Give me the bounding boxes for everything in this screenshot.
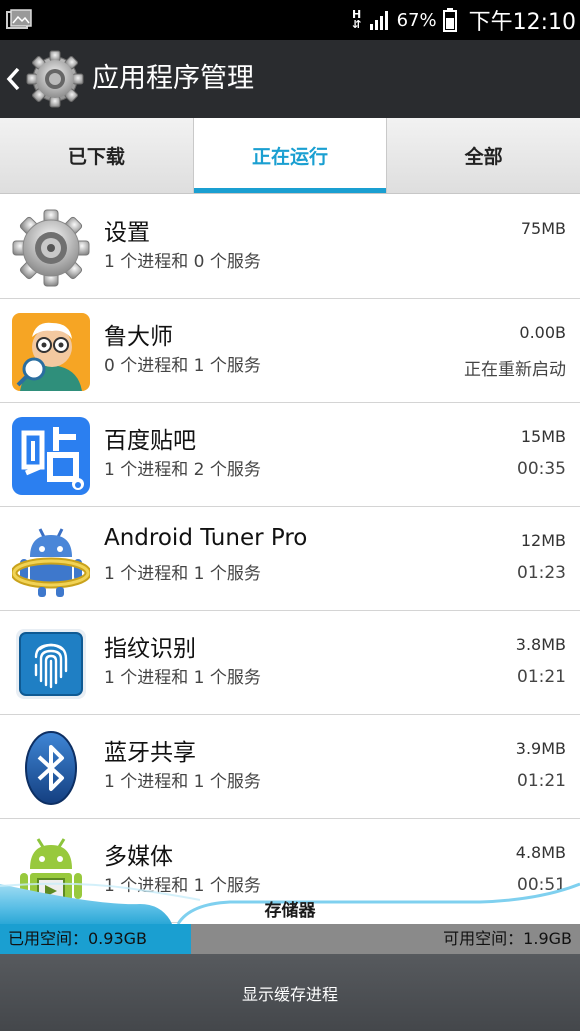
app-memory: 3.8MB — [515, 635, 566, 654]
app-memory: 15MB — [520, 427, 566, 446]
app-runtime: 01:21 — [517, 771, 566, 791]
settings-gear-icon — [12, 209, 90, 287]
app-process-info: 1 个进程和 1 个服务 — [104, 772, 261, 792]
tab-downloaded[interactable]: 已下载 — [0, 118, 194, 193]
signal-icon — [369, 11, 388, 30]
list-item[interactable]: 指纹识别 1 个进程和 1 个服务 3.8MB 01:21 — [0, 611, 580, 715]
app-name: 鲁大师 — [104, 324, 173, 350]
list-item[interactable]: 设置 1 个进程和 0 个服务 75MB — [0, 195, 580, 299]
network-type: H ⇵ — [351, 9, 363, 31]
app-process-info: 1 个进程和 2 个服务 — [104, 460, 261, 480]
app-name: 指纹识别 — [104, 636, 196, 662]
gear-icon[interactable] — [26, 50, 84, 108]
app-memory: 12MB — [520, 531, 566, 550]
data-arrows-icon: ⇵ — [351, 18, 362, 31]
app-memory: 4.8MB — [515, 843, 566, 862]
list-item[interactable]: Android Tuner Pro 1 个进程和 1 个服务 12MB 01:2… — [0, 507, 580, 611]
storage-label: 存储器 — [264, 901, 316, 921]
tab-bar: 已下载 正在运行 全部 — [0, 118, 580, 194]
app-process-info: 1 个进程和 1 个服务 — [104, 564, 261, 584]
app-name: 百度贴吧 — [104, 428, 196, 454]
app-process-info: 1 个进程和 1 个服务 — [104, 668, 261, 688]
status-indicators: H ⇵ 67% 下午12:10 — [351, 0, 576, 40]
status-bar: H ⇵ 67% 下午12:10 — [0, 0, 580, 40]
list-item[interactable]: 蓝牙共享 1 个进程和 1 个服务 3.9MB 01:21 — [0, 715, 580, 819]
app-memory: 3.9MB — [515, 739, 566, 758]
app-memory: 75MB — [520, 219, 566, 238]
storage-used-text: 已用空间：0.93GB — [8, 929, 148, 948]
android-tuner-icon — [12, 528, 90, 597]
app-name: 设置 — [104, 220, 150, 246]
list-item[interactable]: 百度贴吧 1 个进程和 2 个服务 15MB 00:35 — [0, 403, 580, 507]
app-name: Android Tuner Pro — [104, 525, 308, 551]
app-process-info: 0 个进程和 1 个服务 — [104, 356, 261, 376]
app-name: 多媒体 — [104, 844, 173, 870]
app-name: 蓝牙共享 — [104, 740, 196, 766]
list-item[interactable]: 鲁大师 0 个进程和 1 个服务 0.00B 正在重新启动 — [0, 299, 580, 403]
page-title: 应用程序管理 — [92, 63, 254, 94]
tab-running[interactable]: 正在运行 — [193, 118, 388, 193]
show-cached-processes-button[interactable]: 显示缓存进程 — [0, 954, 580, 1031]
bluetooth-icon — [25, 731, 77, 805]
running-app-list: 设置 1 个进程和 0 个服务 75MB 鲁大师 0 个进程和 1 个服务 0.… — [0, 195, 580, 923]
gallery-notification-icon — [6, 9, 32, 29]
tab-all[interactable]: 全部 — [387, 118, 580, 193]
battery-percent: 67% — [396, 9, 437, 31]
chevron-left-icon[interactable] — [4, 66, 22, 92]
app-runtime: 00:35 — [517, 459, 566, 479]
app-runtime: 01:21 — [517, 667, 566, 687]
battery-icon — [442, 8, 457, 32]
clock: 下午12:10 — [468, 10, 576, 35]
app-runtime: 正在重新启动 — [464, 360, 566, 380]
app-header: 应用程序管理 — [0, 40, 580, 118]
app-process-info: 1 个进程和 0 个服务 — [104, 252, 261, 272]
ludashi-icon — [12, 313, 90, 391]
fingerprint-icon — [16, 629, 86, 699]
tieba-icon — [12, 417, 90, 495]
storage-usage-bar: 已用空间：0.93GB 可用空间：1.9GB — [0, 924, 580, 954]
app-runtime: 01:23 — [517, 563, 566, 583]
app-memory: 0.00B — [519, 323, 566, 342]
storage-free-text: 可用空间：1.9GB — [443, 929, 572, 948]
